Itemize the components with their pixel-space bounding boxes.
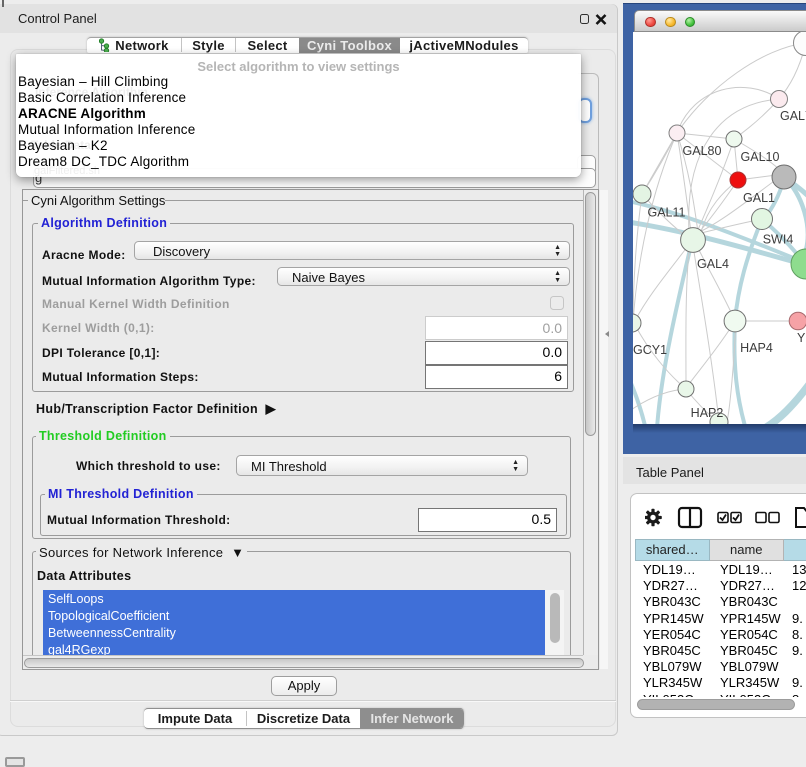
svg-text:GAL4: GAL4	[697, 257, 729, 271]
svg-text:GAL7: GAL7	[780, 109, 806, 123]
svg-text:Y: Y	[797, 331, 806, 345]
svg-text:GAL1: GAL1	[743, 191, 775, 205]
svg-text:GAL80: GAL80	[683, 144, 722, 158]
svg-text:SWI4: SWI4	[763, 233, 794, 247]
svg-text:GCY1: GCY1	[633, 343, 667, 357]
svg-text:HAP2: HAP2	[691, 406, 724, 420]
svg-text:HAP4: HAP4	[740, 341, 773, 355]
svg-text:GAL10: GAL10	[741, 150, 780, 164]
svg-text:GAL11: GAL11	[648, 206, 686, 220]
